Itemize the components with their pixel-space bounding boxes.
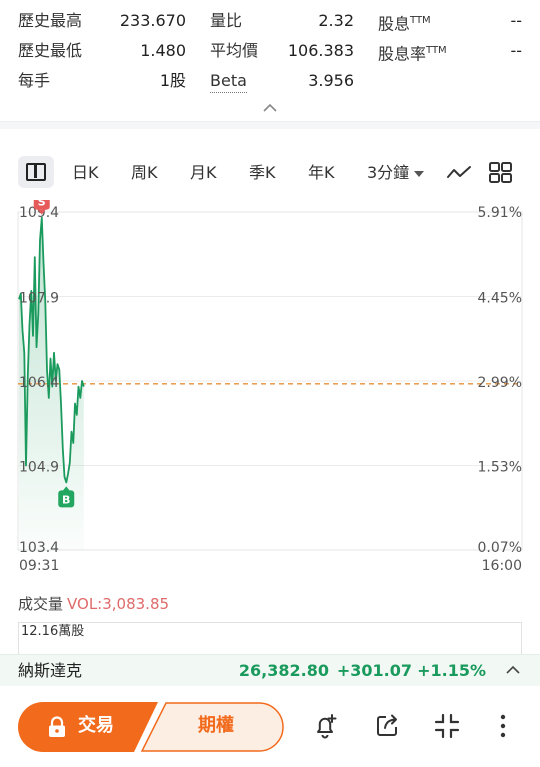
index-change: +301.07 [336, 661, 412, 680]
trade-label: 交易 [78, 715, 114, 736]
more-vertical-icon[interactable] [493, 712, 513, 740]
dividend-yield-value: -- [510, 41, 522, 60]
svg-text:B: B [62, 493, 70, 506]
lot-value: 1股 [159, 71, 186, 90]
y-tick-label: 107.9 [19, 291, 59, 307]
avg-price-value: 106.383 [287, 41, 354, 60]
share-icon[interactable] [374, 712, 402, 740]
chevron-up-icon[interactable] [261, 101, 279, 115]
dividend-yield-label-text: 股息率 [378, 44, 427, 64]
vol-ratio-label: 量比 [210, 11, 243, 30]
dividend-value: -- [510, 11, 522, 30]
dividend-ttm: TTM [410, 15, 431, 26]
index-name: 納斯達克 [18, 661, 83, 680]
index-price: 26,382.80 [238, 661, 329, 680]
quote-stats: 歷史最高 233.670 量比 2.32 股息TTM -- 歷史最低 1.480… [0, 0, 540, 120]
pct-tick-label: 0.07% [478, 540, 522, 556]
x-tick-label: 09:31 [19, 558, 59, 574]
chart-layout-icon[interactable] [18, 156, 54, 188]
options-label: 期權 [198, 715, 234, 736]
tab-quarter[interactable]: 季K [249, 162, 276, 184]
vol-ratio-value: 2.32 [318, 11, 354, 30]
dividend-yield-label: 股息率TTM [378, 40, 447, 65]
chevron-up-icon[interactable] [504, 663, 522, 677]
index-change-pct: +1.15% [417, 661, 486, 680]
tab-day[interactable]: 日K [72, 162, 99, 184]
dividend-yield-ttm: TTM [426, 45, 447, 56]
lot-label: 每手 [18, 71, 51, 90]
hist-low-label: 歷史最低 [18, 41, 83, 60]
pct-tick-label: 5.91% [478, 205, 522, 221]
pct-tick-label: 2.99% [478, 375, 522, 391]
volume-chart[interactable]: 12.16萬股 [18, 622, 522, 654]
volume-max-label: 12.16萬股 [21, 624, 85, 639]
beta-label[interactable]: Beta [210, 70, 247, 93]
volume-title: 成交量 VOL:3,083.85 [18, 594, 169, 614]
avg-price-label: 平均價 [210, 41, 259, 60]
section-divider [0, 121, 540, 129]
interval-label: 3分鐘 [367, 163, 410, 182]
index-ticker-bar[interactable]: 納斯達克 26,382.80 +301.07 +1.15% [0, 654, 540, 686]
line-indicator-icon[interactable] [446, 164, 472, 182]
x-tick-label: 16:00 [482, 558, 522, 574]
pct-tick-label: 1.53% [478, 460, 522, 476]
y-tick-label: 106.4 [19, 375, 59, 391]
beta-value: 3.956 [308, 71, 354, 90]
hist-high-label: 歷史最高 [18, 11, 83, 30]
tab-year[interactable]: 年K [308, 162, 335, 184]
price-chart[interactable]: 109.4 107.9 106.4 104.9 103.4 5.91% 4.45% 2.99%… [0, 192, 540, 580]
volume-value: VOL:3,083.85 [67, 595, 170, 613]
volume-panel: 成交量 VOL:3,083.85 12.16萬股 [0, 590, 540, 654]
bottom-action-bar: 交易 期權 [0, 688, 540, 767]
pct-tick-label: 4.45% [478, 291, 522, 307]
volume-label: 成交量 [18, 595, 64, 613]
trade-options-group: 交易 期權 [18, 702, 284, 752]
bell-plus-icon[interactable] [312, 712, 340, 740]
options-button[interactable]: 期權 [148, 702, 284, 752]
svg-text:S: S [38, 200, 46, 209]
y-tick-label: 104.9 [19, 460, 59, 476]
tab-month[interactable]: 月K [190, 162, 217, 184]
period-tabs: 日K 周K 月K 季K 年K 3分鐘 [0, 150, 540, 196]
collapse-arrows-icon[interactable] [433, 712, 461, 740]
hist-high-value: 233.670 [119, 11, 186, 30]
trade-button[interactable]: 交易 [18, 702, 148, 752]
dividend-label-text: 股息 [378, 14, 411, 34]
tab-week[interactable]: 周K [131, 162, 158, 184]
grid-icon[interactable] [488, 161, 514, 185]
tab-interval-dropdown[interactable]: 3分鐘 [367, 162, 425, 184]
hist-low-value: 1.480 [140, 41, 186, 60]
dividend-label: 股息TTM [378, 10, 431, 35]
lock-icon [49, 716, 65, 737]
y-tick-label: 103.4 [19, 540, 59, 556]
caret-down-icon [414, 170, 425, 177]
price-chart-svg: 109.4107.9106.4104.9103.45.91%4.45%2.99%… [17, 192, 523, 574]
